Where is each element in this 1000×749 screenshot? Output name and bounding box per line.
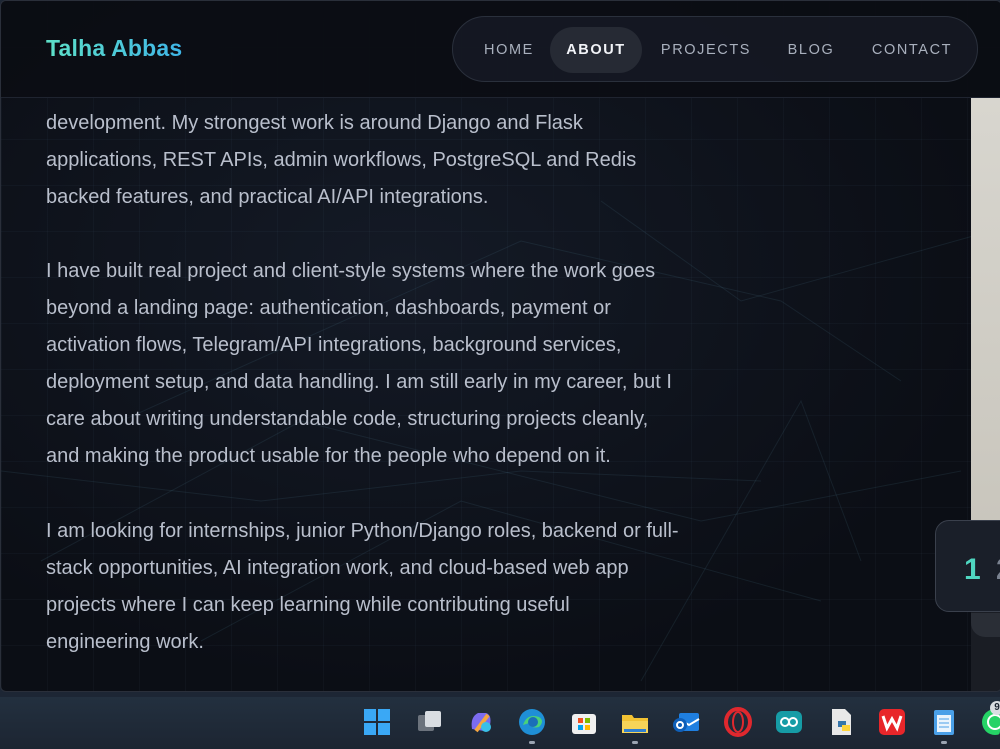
about-line: and making the product usable for the pe… — [46, 445, 611, 467]
explorer-running-indicator — [632, 741, 638, 744]
nav-blog[interactable]: BLOG — [771, 27, 851, 73]
notepad-icon[interactable] — [929, 707, 959, 737]
task-view-icon[interactable] — [414, 707, 444, 737]
browser-window: development. My strongest work is around… — [0, 0, 1000, 692]
microsoft-store-icon[interactable] — [569, 707, 599, 737]
about-line: stack opportunities, AI integration work… — [46, 557, 629, 579]
arduino-icon[interactable] — [774, 707, 804, 737]
about-line: applications, REST APIs, admin workflows… — [46, 149, 637, 171]
about-line: I have built real project and client-sty… — [46, 260, 656, 282]
nav-about[interactable]: ABOUT — [550, 27, 642, 73]
opera-icon[interactable] — [723, 707, 753, 737]
about-paragraph-1: development. My strongest work is around… — [46, 105, 766, 216]
about-line: projects where I can keep learning while… — [46, 594, 570, 616]
stat-value: 1 — [964, 553, 981, 586]
about-line: care about writing understandable code, … — [46, 408, 649, 430]
notepad-running-indicator — [941, 741, 947, 744]
outlook-icon[interactable] — [671, 707, 701, 737]
stat-card-shadow — [971, 613, 1000, 637]
about-paragraph-3: I am looking for internships, junior Pyt… — [46, 513, 766, 661]
nav-home[interactable]: HOME — [463, 27, 555, 73]
copilot-icon[interactable] — [466, 707, 496, 737]
edge-running-indicator — [529, 741, 535, 744]
about-paragraph-2: I have built real project and client-sty… — [46, 253, 766, 475]
windows-start-icon[interactable] — [362, 707, 392, 737]
stat-value-partial: 2 — [996, 553, 1000, 587]
nav-projects[interactable]: PROJECTS — [647, 27, 765, 73]
about-line: engineering work. — [46, 631, 204, 653]
main-nav: HOME ABOUT PROJECTS BLOG CONTACT — [452, 16, 978, 82]
about-line: activation flows, Telegram/API integrati… — [46, 334, 622, 356]
about-line: backed features, and practical AI/API in… — [46, 186, 489, 208]
windows-taskbar: 9 — [0, 697, 1000, 749]
profile-photo — [971, 97, 1000, 521]
edge-browser-icon[interactable] — [517, 707, 547, 737]
about-line: I am looking for internships, junior Pyt… — [46, 520, 679, 542]
about-line: development. My strongest work is around… — [46, 112, 583, 134]
about-line: beyond a landing page: authentication, d… — [46, 297, 611, 319]
wps-office-icon[interactable] — [877, 707, 907, 737]
python-file-icon[interactable] — [826, 707, 856, 737]
file-explorer-icon[interactable] — [620, 707, 650, 737]
about-line: deployment setup, and data handling. I a… — [46, 371, 672, 393]
site-logo[interactable]: Talha Abbas — [46, 35, 182, 62]
nav-contact[interactable]: CONTACT — [857, 27, 967, 73]
stat-card: 1 2 — [935, 520, 1000, 612]
site-header: Talha Abbas HOME ABOUT PROJECTS BLOG CON… — [1, 1, 1000, 98]
whatsapp-notification-badge: 9 — [990, 701, 1000, 715]
